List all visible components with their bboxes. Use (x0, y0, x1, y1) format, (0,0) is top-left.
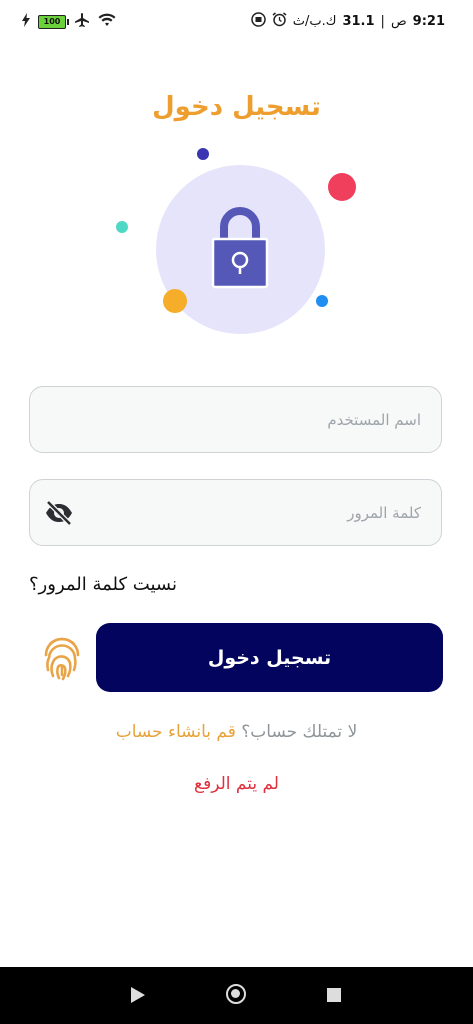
airplane-mode-icon (74, 12, 90, 32)
eye-off-icon[interactable] (44, 500, 74, 526)
battery-icon: 100 (38, 15, 69, 29)
screen-record-icon (251, 12, 266, 31)
wifi-icon (98, 13, 116, 31)
divider: | (380, 14, 385, 29)
login-button[interactable]: تسجيل دخول (96, 623, 443, 692)
page-title: تسجيل دخول (152, 92, 321, 122)
back-triangle-icon[interactable] (131, 987, 145, 1003)
upload-status-text: لم يتم الرفع (194, 774, 279, 794)
password-field[interactable] (29, 479, 442, 546)
network-speed: 31.1 (342, 14, 375, 29)
status-right: ك.ب/ث 31.1 | ص 9:21 (251, 12, 445, 31)
fingerprint-icon[interactable] (42, 637, 82, 681)
recents-square-icon[interactable] (327, 988, 341, 1002)
status-bar: 100 ك.ب/ث 31.1 | ص 9:21 (0, 0, 473, 42)
username-input[interactable] (48, 387, 423, 452)
decor-dot-blue (316, 295, 328, 307)
username-field[interactable] (29, 386, 442, 453)
no-account-text: لا تمتلك حساب؟ (241, 722, 358, 742)
create-account-link[interactable]: قم بانشاء حساب (116, 722, 236, 742)
charging-icon (22, 13, 30, 31)
password-input[interactable] (90, 480, 423, 545)
decor-dot-orange (163, 289, 187, 313)
am-pm: ص (390, 14, 407, 29)
signup-row: لا تمتلك حساب؟ قم بانشاء حساب (0, 722, 473, 742)
decor-dot-teal (116, 221, 128, 233)
decor-dot-navy (197, 148, 209, 160)
decor-dot-red (328, 173, 356, 201)
padlock-icon (211, 207, 269, 289)
alarm-icon (272, 12, 287, 31)
home-circle-icon[interactable] (226, 984, 246, 1004)
navigation-bar (0, 967, 473, 1024)
status-left: 100 (22, 12, 116, 32)
speed-unit: ك.ب/ث (292, 14, 337, 29)
clock: 9:21 (412, 14, 445, 29)
forgot-password-link[interactable]: نسيت كلمة المرور؟ (29, 574, 329, 595)
